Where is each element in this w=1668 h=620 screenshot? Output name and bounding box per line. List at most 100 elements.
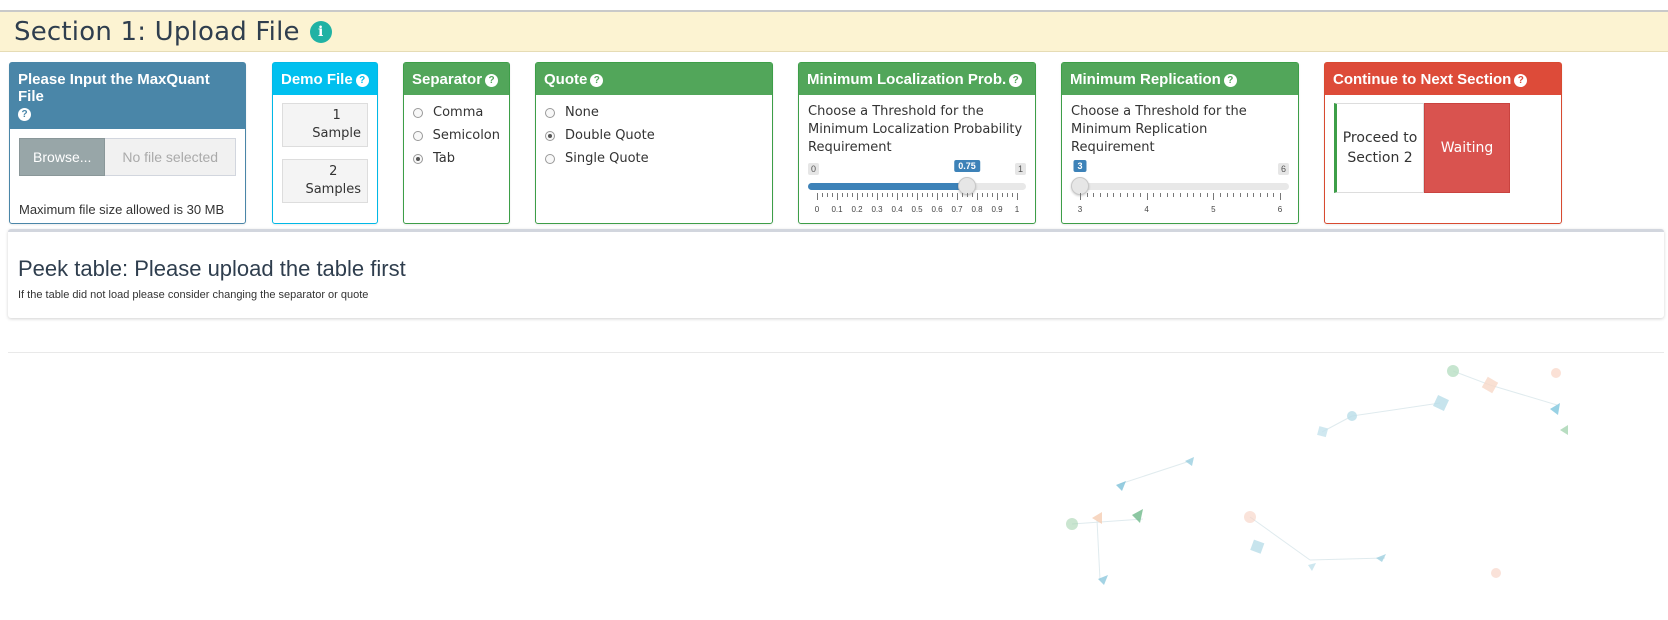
upload-box-header: Please Input the MaxQuant File ? — [10, 63, 245, 129]
upload-box: Please Input the MaxQuant File ? Browse.… — [9, 62, 246, 224]
slider-major-tick — [957, 193, 958, 200]
slider-tick-label: 0.8 — [971, 205, 983, 214]
demo-button-number: 2 — [329, 164, 338, 179]
quote-option-double[interactable]: Double Quote — [545, 128, 763, 143]
quote-option-none[interactable]: None — [545, 105, 763, 120]
slider-minor-tick — [1120, 193, 1121, 197]
slider-minor-tick — [1153, 193, 1155, 197]
separator-box: Separator? Comma Semicolon Tab — [403, 62, 510, 224]
slider-minor-tick — [1253, 193, 1255, 197]
slider-minor-tick — [1100, 193, 1101, 197]
separator-option-tab[interactable]: Tab — [413, 151, 500, 166]
slider-track[interactable] — [1071, 183, 1289, 190]
help-icon[interactable]: ? — [1514, 74, 1528, 87]
slider-minor-tick — [972, 193, 973, 197]
radio-icon[interactable] — [413, 107, 423, 118]
separator-option-semicolon[interactable]: Semicolon — [413, 128, 500, 143]
proceed-button[interactable]: Proceed to Section 2 — [1334, 103, 1424, 193]
radio-checked-icon[interactable] — [545, 130, 555, 141]
help-icon[interactable]: ? — [590, 74, 604, 87]
slider-minor-tick — [1246, 193, 1248, 197]
slider-fill — [808, 183, 967, 190]
slider-minor-tick — [852, 193, 853, 197]
localization-slider[interactable]: 0 1 0.75 0 0.1 0.2 0.3 0.4 0.5 0.6 0.7 0.8 0.9 1 — [808, 160, 1026, 214]
slider-minor-tick — [912, 193, 913, 197]
localization-label: Choose a Threshold for the Minimum Local… — [808, 104, 1023, 155]
next-section-box: Continue to Next Section? Proceed to Sec… — [1324, 62, 1562, 224]
demo-file-header: Demo File? — [273, 63, 377, 95]
radio-checked-icon[interactable] — [413, 153, 423, 164]
radio-icon[interactable] — [545, 153, 555, 164]
radio-label: Tab — [433, 151, 456, 166]
slider-tick-label: 4 — [1144, 205, 1149, 214]
help-icon[interactable]: ? — [355, 74, 369, 87]
slider-minor-tick — [1266, 193, 1268, 197]
slider-major-tick — [1017, 193, 1018, 200]
peek-table-subtitle: If the table did not load please conside… — [18, 289, 369, 301]
section-header: Section 1: Upload File i — [0, 10, 1668, 52]
slider-minor-tick — [842, 193, 843, 197]
radio-icon[interactable] — [545, 107, 555, 118]
slider-minor-tick — [1140, 193, 1141, 197]
slider-minor-tick — [882, 193, 883, 197]
slider-minor-tick — [927, 193, 928, 197]
help-icon[interactable]: ? — [1223, 74, 1237, 87]
browse-button[interactable]: Browse... — [19, 138, 106, 176]
slider-ticks: 0 0.1 0.2 0.3 0.4 0.5 0.6 0.7 0.8 0.9 1 — [808, 193, 1026, 214]
slider-tick-label: 0.4 — [891, 205, 903, 214]
slider-minor-tick — [1113, 193, 1115, 197]
slider-major-tick — [1146, 193, 1148, 200]
slider-tick-label: 6 — [1277, 205, 1283, 214]
slider-minor-tick — [892, 193, 893, 197]
demo-button-text: Sample — [312, 126, 361, 141]
help-icon[interactable]: ? — [1009, 74, 1023, 87]
upload-box-title: Please Input the MaxQuant File — [18, 71, 210, 105]
slider-tick-label: 0.5 — [911, 205, 923, 214]
quote-box: Quote? None Double Quote Single Quote — [535, 62, 773, 224]
localization-title: Minimum Localization Prob. — [807, 71, 1007, 88]
slider-tick-label: 0.7 — [951, 205, 963, 214]
slider-minor-tick — [1002, 193, 1003, 197]
slider-minor-tick — [1193, 193, 1195, 197]
separator-title: Separator — [412, 71, 483, 88]
slider-ticks: 3 4 5 6 — [1071, 193, 1289, 214]
slider-major-tick — [1080, 193, 1081, 200]
demo-one-sample-button[interactable]: 1 Sample — [282, 103, 368, 147]
peek-table-title: Peek table: Please upload the table firs… — [18, 256, 406, 281]
replication-slider[interactable]: 6 3 3 4 5 6 — [1071, 160, 1289, 214]
slider-minor-tick — [942, 193, 943, 197]
slider-major-tick — [1280, 193, 1281, 200]
quote-option-single[interactable]: Single Quote — [545, 151, 763, 166]
radio-icon[interactable] — [413, 130, 423, 141]
slider-minor-tick — [1160, 193, 1161, 197]
slider-minor-tick — [1133, 193, 1135, 197]
slider-major-tick — [877, 193, 878, 200]
demo-button-text: Samples — [305, 182, 361, 197]
slider-minor-tick — [832, 193, 833, 197]
slider-minor-tick — [887, 193, 888, 197]
demo-button-number: 1 — [332, 108, 341, 123]
slider-minor-tick — [1126, 193, 1128, 197]
demo-two-samples-button[interactable]: 2 Samples — [282, 159, 368, 203]
slider-minor-tick — [947, 193, 948, 197]
slider-minor-tick — [987, 193, 988, 197]
demo-file-title: Demo File — [281, 71, 353, 88]
file-input[interactable]: Browse... No file selected — [19, 138, 236, 176]
slider-minor-tick — [1206, 193, 1208, 197]
slider-minor-tick — [1007, 193, 1008, 197]
file-name-field[interactable]: No file selected — [105, 138, 236, 176]
info-icon[interactable]: i — [309, 20, 332, 43]
slider-tick-label: 0.6 — [931, 205, 943, 214]
file-size-help-text: Maximum file size allowed is 30 MB — [19, 202, 225, 217]
help-icon[interactable]: ? — [485, 74, 499, 87]
slider-minor-tick — [962, 193, 963, 197]
slider-value-label: 0.75 — [954, 160, 980, 172]
slider-tick-label: 0 — [814, 205, 820, 214]
slider-max-label: 1 — [1014, 163, 1026, 175]
slider-tick-label: 5 — [1211, 205, 1216, 214]
slider-minor-tick — [1240, 193, 1241, 197]
slider-minor-tick — [867, 193, 868, 197]
slider-major-tick — [917, 193, 918, 200]
help-icon[interactable]: ? — [18, 108, 31, 121]
separator-option-comma[interactable]: Comma — [413, 105, 500, 120]
